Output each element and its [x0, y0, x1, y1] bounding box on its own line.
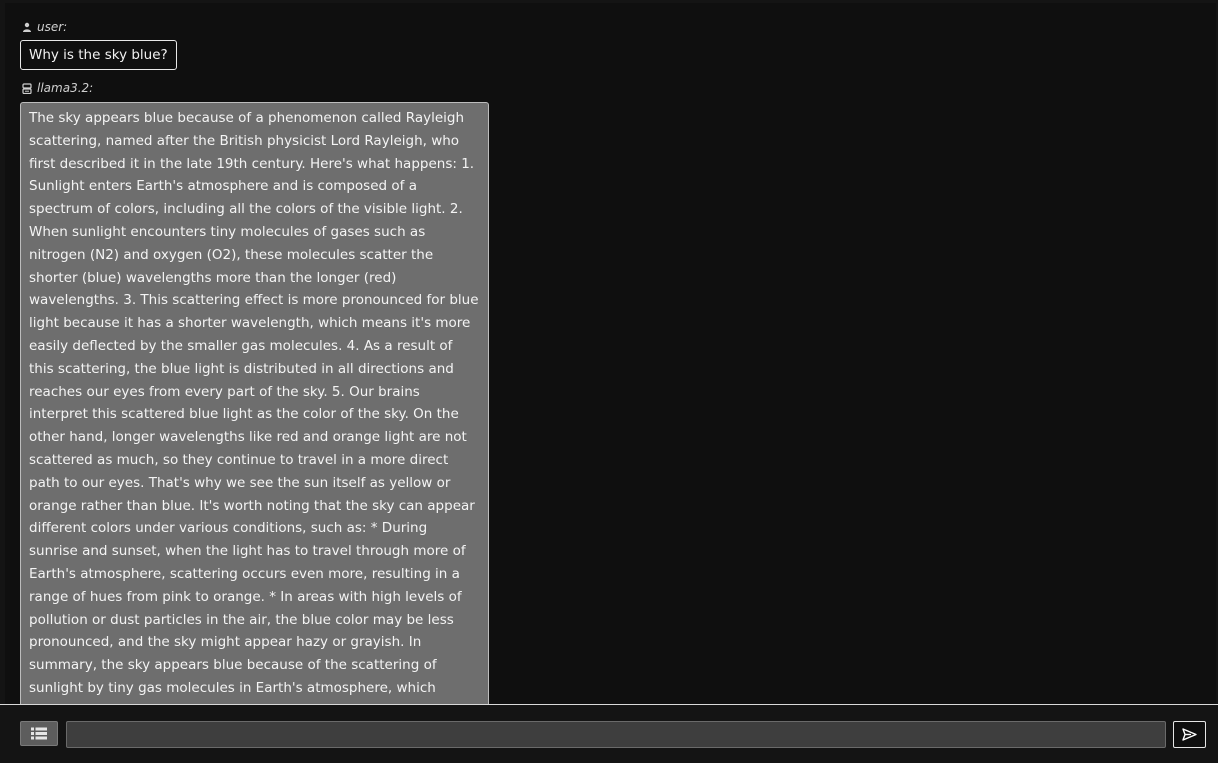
assistant-speaker-label: llama3.2: — [22, 81, 93, 95]
message-input[interactable] — [66, 721, 1166, 748]
chat-app: user: Why is the sky blue? llama3.2: The… — [0, 0, 1218, 763]
menu-button[interactable] — [20, 721, 58, 746]
user-label-text: user: — [37, 20, 68, 34]
user-speaker-label: user: — [22, 20, 67, 34]
composer-bar — [0, 705, 1218, 763]
send-button[interactable] — [1173, 721, 1206, 748]
user-icon — [22, 22, 32, 32]
list-icon — [31, 727, 47, 740]
assistant-label-text: llama3.2: — [37, 81, 94, 95]
user-message: Why is the sky blue? — [20, 40, 177, 70]
send-icon — [1182, 728, 1197, 741]
chat-history[interactable]: user: Why is the sky blue? llama3.2: The… — [5, 3, 1216, 752]
robot-icon — [22, 83, 32, 94]
assistant-message: The sky appears blue because of a phenom… — [20, 102, 489, 752]
